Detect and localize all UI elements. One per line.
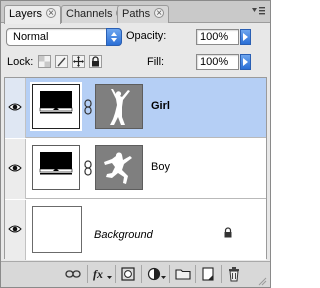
svg-text:fx: fx bbox=[93, 267, 103, 281]
new-layer-icon[interactable] bbox=[201, 267, 215, 281]
tab-paths[interactable]: Paths × bbox=[117, 5, 170, 23]
lock-icon bbox=[224, 227, 232, 238]
opacity-field[interactable]: 100% bbox=[196, 29, 239, 45]
girl-silhouette-mask bbox=[110, 89, 130, 125]
resize-grip-icon[interactable] bbox=[257, 276, 267, 286]
layer-name[interactable]: Boy bbox=[151, 161, 170, 173]
link-layers-icon[interactable] bbox=[65, 269, 81, 279]
blend-mode-select[interactable]: Normal bbox=[6, 28, 122, 46]
fx-icon[interactable]: fx bbox=[93, 267, 113, 281]
eye-icon bbox=[8, 164, 22, 172]
boy-silhouette-mask bbox=[104, 152, 132, 184]
toolbar-divider bbox=[169, 265, 170, 283]
opacity-flyout-button[interactable] bbox=[240, 29, 251, 45]
visibility-toggle[interactable] bbox=[5, 200, 26, 260]
close-icon[interactable]: × bbox=[46, 8, 57, 19]
layer-content-preview bbox=[39, 152, 73, 175]
layers-panel: Layers× Channels× Paths× Normal Opacity:… bbox=[0, 0, 271, 288]
lock-image-pixels[interactable] bbox=[55, 55, 68, 68]
checker-icon bbox=[39, 56, 50, 67]
padlock-icon bbox=[92, 56, 99, 67]
brush-icon bbox=[57, 57, 66, 67]
layer-mask-thumbnail[interactable] bbox=[95, 84, 143, 129]
fill-field[interactable]: 100% bbox=[196, 54, 239, 70]
adjustment-layer-icon[interactable] bbox=[147, 267, 167, 281]
layer-name[interactable]: Girl bbox=[151, 100, 170, 112]
opacity-label: Opacity: bbox=[126, 30, 167, 42]
toolbar-divider bbox=[221, 265, 222, 283]
move-icon bbox=[73, 56, 84, 67]
tab-paths-label: Paths bbox=[122, 8, 151, 20]
triangle-right-icon bbox=[243, 33, 248, 41]
lock-position[interactable] bbox=[72, 55, 85, 68]
layer-thumbnail[interactable] bbox=[30, 82, 82, 131]
tab-channels-label: Channels bbox=[66, 8, 113, 20]
layer-name[interactable]: Background bbox=[94, 229, 153, 241]
layer-row-boy[interactable]: Boy bbox=[5, 139, 266, 199]
link-icon[interactable] bbox=[84, 99, 92, 115]
lock-transparent-pixels[interactable] bbox=[38, 55, 51, 68]
toolbar-divider bbox=[141, 265, 142, 283]
layer-row-background[interactable]: Background bbox=[5, 200, 266, 260]
toolbar-divider bbox=[195, 265, 196, 283]
visibility-toggle[interactable] bbox=[5, 139, 26, 199]
layer-thumbnail[interactable] bbox=[32, 145, 80, 190]
lock-label: Lock: bbox=[7, 56, 34, 68]
tab-layers-label: Layers bbox=[9, 8, 43, 20]
toolbar-divider bbox=[87, 265, 88, 283]
blend-mode-value: Normal bbox=[13, 31, 49, 43]
layer-content-preview bbox=[39, 91, 73, 114]
fill-flyout-button[interactable] bbox=[240, 54, 251, 70]
eye-icon bbox=[8, 103, 22, 111]
panel-menu-icon[interactable] bbox=[251, 6, 265, 18]
layer-thumbnail[interactable] bbox=[32, 206, 82, 253]
link-icon[interactable] bbox=[84, 160, 92, 176]
tab-bar: Layers× Channels× Paths× bbox=[1, 1, 270, 24]
trash-icon[interactable] bbox=[227, 266, 241, 282]
layer-row-girl[interactable]: Girl bbox=[5, 78, 266, 138]
new-group-icon[interactable] bbox=[175, 268, 191, 280]
visibility-toggle[interactable] bbox=[5, 78, 26, 138]
lock-all[interactable] bbox=[89, 55, 102, 68]
triangle-right-icon bbox=[243, 58, 248, 66]
fill-label: Fill: bbox=[147, 56, 165, 68]
select-arrows-icon bbox=[106, 28, 122, 46]
bottom-toolbar: fx bbox=[1, 261, 270, 287]
layers-list: Girl Boy Background bbox=[4, 77, 267, 260]
add-mask-icon[interactable] bbox=[121, 267, 135, 281]
layer-mask-thumbnail[interactable] bbox=[95, 145, 143, 190]
close-icon[interactable]: × bbox=[154, 8, 165, 19]
toolbar-divider bbox=[115, 265, 116, 283]
eye-icon bbox=[8, 225, 22, 233]
tab-layers[interactable]: Layers × bbox=[4, 5, 62, 24]
